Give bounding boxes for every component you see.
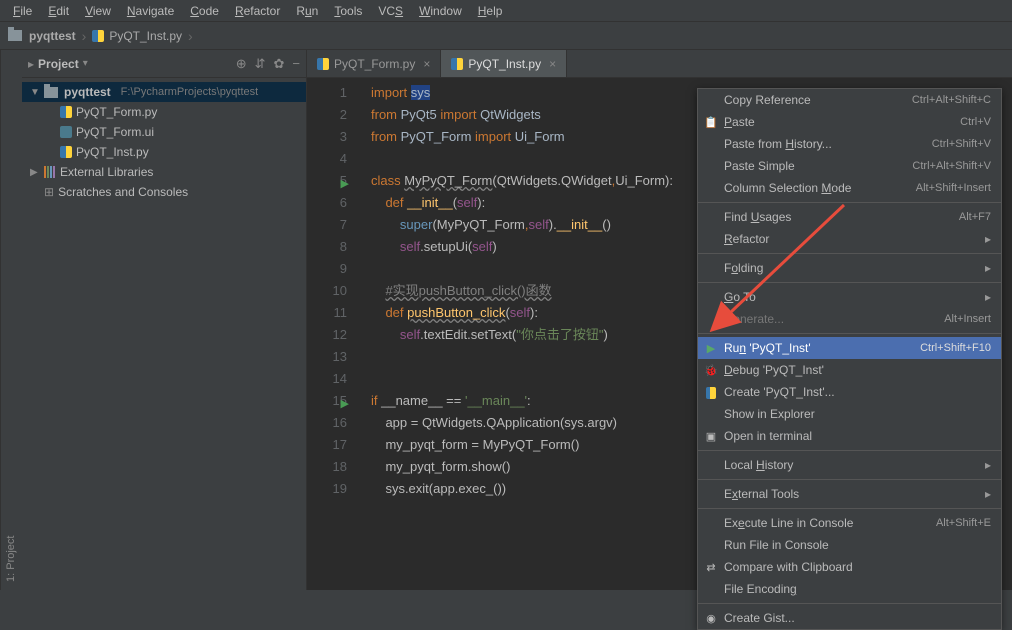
library-icon xyxy=(44,166,56,178)
menu-help[interactable]: Help xyxy=(471,2,510,20)
paste-icon: 📋 xyxy=(704,115,718,129)
ctx-run[interactable]: ▶Run 'PyQT_Inst'Ctrl+Shift+F10 xyxy=(698,337,1001,359)
menu-refactor[interactable]: Refactor xyxy=(228,2,287,20)
chevron-right-icon: › xyxy=(188,28,193,44)
close-icon[interactable]: × xyxy=(549,57,556,71)
ctx-refactor[interactable]: Refactor▸ xyxy=(698,228,1001,250)
breadcrumb-project-label: pyqttest xyxy=(29,29,76,43)
ctx-external-tools[interactable]: External Tools▸ xyxy=(698,483,1001,505)
python-icon xyxy=(704,385,718,399)
target-icon[interactable]: ⊕ xyxy=(236,56,247,72)
ctx-find-usages[interactable]: Find UsagesAlt+F7 xyxy=(698,206,1001,228)
menu-window[interactable]: Window xyxy=(412,2,469,20)
python-icon xyxy=(60,146,72,158)
ctx-compare-clipboard[interactable]: ⇄Compare with Clipboard xyxy=(698,556,1001,578)
hide-icon[interactable]: − xyxy=(292,56,300,72)
ctx-copy-reference[interactable]: Copy ReferenceCtrl+Alt+Shift+C xyxy=(698,89,1001,111)
github-icon: ◉ xyxy=(704,611,718,625)
editor-tabs: PyQT_Form.py × PyQT_Inst.py × xyxy=(307,50,1012,78)
menu-run[interactable]: Run xyxy=(289,2,325,20)
project-panel: ▸ Project ▾ ⊕ ⇵ ✿ − ▼ pyqttest F:\Pychar… xyxy=(22,50,307,590)
menubar: File Edit View Navigate Code Refactor Ru… xyxy=(0,0,1012,22)
project-tool-label: 1: Project xyxy=(5,536,17,582)
tree-file[interactable]: PyQT_Form.ui xyxy=(22,122,306,142)
scratches-icon: ⊞ xyxy=(44,185,54,199)
ctx-column-mode[interactable]: Column Selection ModeAlt+Shift+Insert xyxy=(698,177,1001,199)
tab-pyqt-form[interactable]: PyQT_Form.py × xyxy=(307,50,441,77)
run-icon: ▶ xyxy=(704,341,718,355)
ctx-local-history[interactable]: Local History▸ xyxy=(698,454,1001,476)
tree-external-libraries[interactable]: ▶ External Libraries xyxy=(22,162,306,182)
ctx-paste[interactable]: 📋PasteCtrl+V xyxy=(698,111,1001,133)
breadcrumb-file-label: PyQT_Inst.py xyxy=(109,29,182,43)
menu-edit[interactable]: Edit xyxy=(41,2,76,20)
ctx-debug[interactable]: 🐞Debug 'PyQT_Inst' xyxy=(698,359,1001,381)
ctx-paste-simple[interactable]: Paste SimpleCtrl+Alt+Shift+V xyxy=(698,155,1001,177)
menu-view[interactable]: View xyxy=(78,2,118,20)
breadcrumb-project[interactable]: pyqttest xyxy=(8,29,76,43)
menu-code[interactable]: Code xyxy=(183,2,226,20)
menu-navigate[interactable]: Navigate xyxy=(120,2,181,20)
project-tree: ▼ pyqttest F:\PycharmProjects\pyqttest P… xyxy=(22,78,306,206)
folder-icon xyxy=(8,30,22,41)
source-text[interactable]: import sys from PyQt5 import QtWidgets f… xyxy=(361,82,673,500)
tree-file[interactable]: PyQT_Form.py xyxy=(22,102,306,122)
ctx-create-config[interactable]: Create 'PyQT_Inst'... xyxy=(698,381,1001,403)
ctx-generate: Generate...Alt+Insert xyxy=(698,308,1001,330)
breadcrumb-file[interactable]: PyQT_Inst.py xyxy=(92,29,182,43)
compare-icon: ⇄ xyxy=(704,560,718,574)
python-icon xyxy=(451,58,463,70)
menu-vcs[interactable]: VCS xyxy=(371,2,410,20)
ctx-goto[interactable]: Go To▸ xyxy=(698,286,1001,308)
ui-file-icon xyxy=(60,126,72,138)
line-gutter: 1234 5▶ 6789 1011121314 15▶ 16171819 xyxy=(307,82,361,500)
ctx-paste-history[interactable]: Paste from History...Ctrl+Shift+V xyxy=(698,133,1001,155)
ctx-execute-line[interactable]: Execute Line in ConsoleAlt+Shift+E xyxy=(698,512,1001,534)
ctx-create-gist[interactable]: ◉Create Gist... xyxy=(698,607,1001,629)
python-icon xyxy=(317,58,329,70)
tree-project-root[interactable]: ▼ pyqttest F:\PycharmProjects\pyqttest xyxy=(22,82,306,102)
folder-icon xyxy=(44,87,58,98)
menu-tools[interactable]: Tools xyxy=(327,2,369,20)
terminal-icon: ▣ xyxy=(704,429,718,443)
menu-file[interactable]: File xyxy=(6,2,39,20)
ctx-run-file-console[interactable]: Run File in Console xyxy=(698,534,1001,556)
close-icon[interactable]: × xyxy=(423,57,430,71)
gear-icon[interactable]: ✿ xyxy=(274,56,285,72)
ctx-show-explorer[interactable]: Show in Explorer xyxy=(698,403,1001,425)
collapse-icon[interactable]: ⇵ xyxy=(255,56,266,72)
chevron-right-icon: › xyxy=(82,28,87,44)
ctx-folding[interactable]: Folding▸ xyxy=(698,257,1001,279)
python-icon xyxy=(92,30,104,42)
tool-window-stripe[interactable]: 1: Project xyxy=(0,50,22,590)
ctx-file-encoding[interactable]: File Encoding xyxy=(698,578,1001,600)
tree-file[interactable]: PyQT_Inst.py xyxy=(22,142,306,162)
debug-icon: 🐞 xyxy=(704,363,718,377)
ctx-open-terminal[interactable]: ▣Open in terminal xyxy=(698,425,1001,447)
tab-pyqt-inst[interactable]: PyQT_Inst.py × xyxy=(441,50,567,77)
context-menu: Copy ReferenceCtrl+Alt+Shift+C 📋PasteCtr… xyxy=(697,88,1002,630)
tree-scratches[interactable]: ⊞ Scratches and Consoles xyxy=(22,182,306,202)
python-icon xyxy=(60,106,72,118)
breadcrumb: pyqttest › PyQT_Inst.py › xyxy=(0,22,1012,50)
project-panel-title[interactable]: ▸ Project ▾ xyxy=(28,57,230,71)
